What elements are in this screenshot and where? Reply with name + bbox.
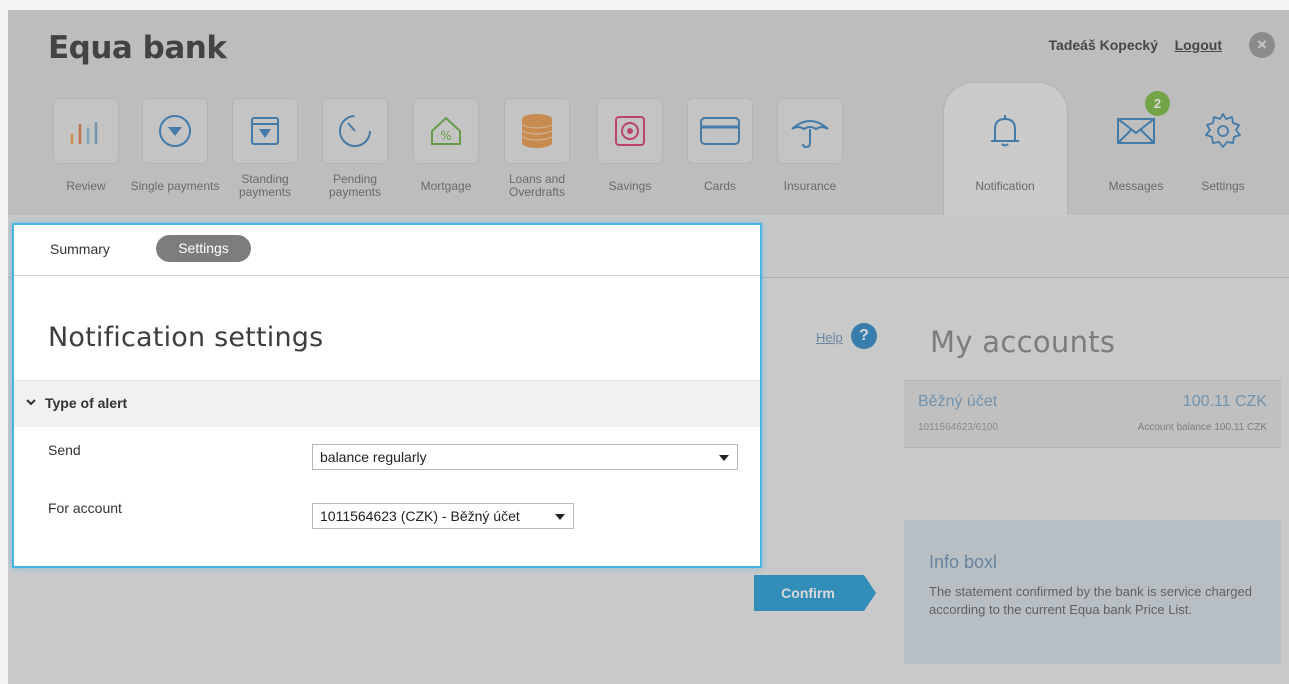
section-label: Type of alert: [45, 395, 128, 411]
tab-settings[interactable]: Settings: [156, 235, 251, 262]
caret-down-icon: [555, 514, 565, 520]
send-label: Send: [48, 442, 81, 458]
notification-settings-modal: Summary Settings Notification settings T…: [12, 223, 762, 568]
caret-down-icon: [719, 455, 729, 461]
modal-title: Notification settings: [48, 322, 324, 353]
section-type-of-alert[interactable]: Type of alert: [14, 380, 760, 427]
modal-tabs: Summary Settings: [14, 225, 760, 276]
tab-summary[interactable]: Summary: [50, 241, 110, 257]
account-label: For account: [48, 500, 122, 516]
app-window: Equa bank Tadeáš Kopecký Logout × Review…: [8, 10, 1289, 684]
send-select-value: balance regularly: [320, 449, 427, 465]
send-select[interactable]: balance regularly: [312, 444, 738, 470]
chevron-down-icon: [26, 399, 36, 406]
account-select-value: 1011564623 (CZK) - Běžný účet: [320, 508, 520, 524]
account-select[interactable]: 1011564623 (CZK) - Běžný účet: [312, 503, 574, 529]
